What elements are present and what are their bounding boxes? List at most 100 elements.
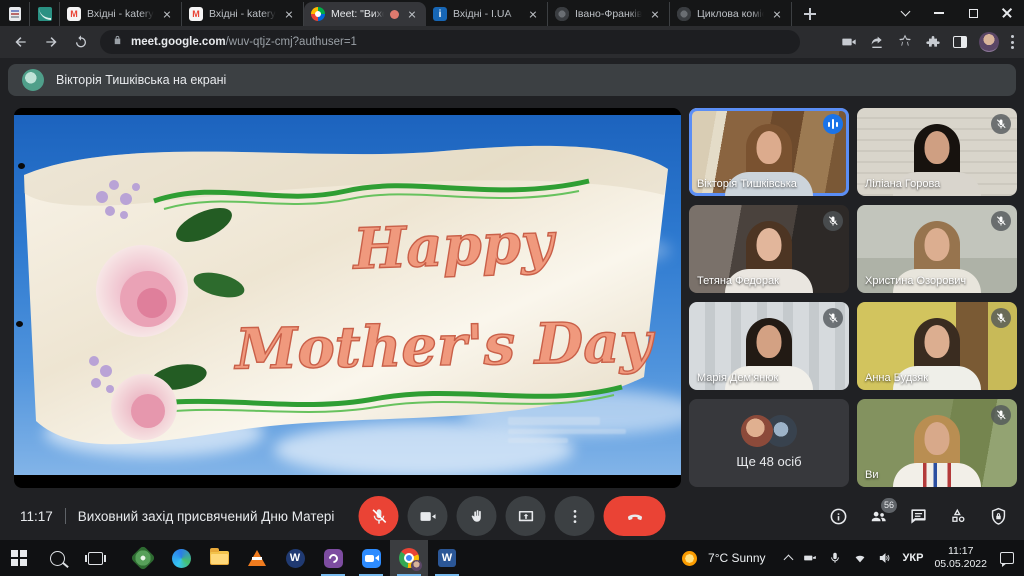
- wifi-icon[interactable]: [853, 551, 867, 565]
- browser-tab-meet-active[interactable]: Meet: "Виховн: [304, 2, 426, 26]
- window-minimize-button[interactable]: [922, 0, 956, 26]
- system-tray: 7°C Sunny УКР 11:17 05.05.2022: [682, 540, 1024, 576]
- tab-close-icon[interactable]: [405, 7, 419, 21]
- browser-tab-strip: Вхідні - kateryna.ho Вхідні - kateryna.h…: [0, 0, 1024, 26]
- browser-tab-site-2[interactable]: Циклова комісія п: [670, 2, 792, 26]
- camera-toggle-button[interactable]: [408, 496, 448, 536]
- participant-tile[interactable]: Ліліана Горова: [857, 108, 1017, 196]
- mic-muted-icon: [991, 405, 1011, 425]
- activities-button[interactable]: [949, 507, 968, 526]
- taskbar-word[interactable]: [428, 540, 466, 576]
- toolbar-right-icons: [841, 32, 1014, 52]
- participant-tile[interactable]: Марія Дем'янюк: [689, 302, 849, 390]
- tray-camera-icon[interactable]: [803, 551, 817, 565]
- overflow-participants-tile[interactable]: Ще 48 осіб: [689, 399, 849, 487]
- mic-toggle-button[interactable]: [359, 496, 399, 536]
- participant-name: Христина Озорович: [865, 275, 966, 287]
- close-icon: [1001, 7, 1013, 19]
- word-icon: [438, 549, 456, 567]
- taskbar-file-explorer[interactable]: [200, 540, 238, 576]
- language-indicator[interactable]: УКР: [903, 552, 924, 564]
- presentation-tile[interactable]: Happy Mother's Day: [14, 108, 681, 488]
- side-panel-icon[interactable]: [953, 36, 967, 48]
- participant-tile[interactable]: Христина Озорович: [857, 205, 1017, 293]
- chart-favicon-icon: [38, 7, 52, 21]
- address-bar[interactable]: meet.google.com/wuv-qtjz-cmj?authuser=1: [100, 30, 800, 54]
- more-options-icon: [565, 507, 584, 526]
- taskbar-date: 05.05.2022: [934, 558, 987, 570]
- meeting-time: 11:17: [20, 509, 53, 524]
- profile-avatar[interactable]: [979, 32, 999, 52]
- raise-hand-button[interactable]: [457, 496, 497, 536]
- pinned-tab-chart[interactable]: [30, 2, 60, 26]
- participants-panel-button[interactable]: 56: [869, 507, 888, 526]
- host-controls-button[interactable]: [989, 507, 1008, 526]
- browser-tab-site-1[interactable]: Івано-Франківськ: [548, 2, 670, 26]
- volume-icon[interactable]: [878, 551, 892, 565]
- task-view-button[interactable]: [76, 540, 114, 576]
- browser-tab-gmail-2[interactable]: Вхідні - kateryna.ho: [182, 2, 304, 26]
- tab-close-icon[interactable]: [770, 7, 784, 21]
- participant-name: Ліліана Горова: [865, 178, 940, 190]
- url-host: meet.google.com: [131, 36, 226, 48]
- weather-text[interactable]: 7°C Sunny: [708, 551, 766, 565]
- windows-logo-icon: [11, 550, 27, 566]
- taskbar-webex[interactable]: [276, 540, 314, 576]
- new-tab-button[interactable]: [798, 2, 822, 26]
- browser-tab-iua[interactable]: Вхідні - I.UA: [426, 2, 548, 26]
- mic-muted-icon: [991, 308, 1011, 328]
- taskbar-zoom[interactable]: [352, 540, 390, 576]
- tab-close-icon[interactable]: [282, 7, 296, 21]
- browser-menu-icon[interactable]: [1011, 35, 1014, 49]
- tab-camera-in-use-icon[interactable]: [841, 34, 857, 50]
- taskbar-clock[interactable]: 11:17 05.05.2022: [934, 545, 987, 571]
- present-screen-icon: [516, 507, 535, 526]
- video-watermark: [508, 417, 626, 447]
- extensions-icon[interactable]: [925, 34, 941, 50]
- end-call-button[interactable]: [604, 496, 666, 536]
- participant-tile[interactable]: Вікторія Тишківська: [689, 108, 849, 196]
- bookmark-star-icon[interactable]: [897, 34, 913, 50]
- taskbar-vlc[interactable]: [238, 540, 276, 576]
- chat-panel-button[interactable]: [909, 507, 928, 526]
- tab-close-icon[interactable]: [526, 7, 540, 21]
- taskbar-search-button[interactable]: [38, 540, 76, 576]
- reload-button[interactable]: [70, 31, 92, 53]
- tab-search-button[interactable]: [888, 0, 922, 26]
- participant-tile[interactable]: Анна Будзяк: [857, 302, 1017, 390]
- browser-toolbar: meet.google.com/wuv-qtjz-cmj?authuser=1: [0, 26, 1024, 58]
- window-maximize-button[interactable]: [956, 0, 990, 26]
- search-icon: [50, 551, 65, 566]
- present-screen-button[interactable]: [506, 496, 546, 536]
- self-view-tile[interactable]: Ви: [857, 399, 1017, 487]
- action-center-icon[interactable]: [1000, 552, 1014, 564]
- meet-control-bar: 11:17 Виховний захід присвячений Дню Мат…: [0, 492, 1024, 540]
- overflow-avatars: [741, 415, 797, 447]
- taskbar-time: 11:17: [948, 545, 974, 557]
- tab-close-icon[interactable]: [160, 7, 174, 21]
- share-icon[interactable]: [869, 34, 885, 50]
- participant-name: Тетяна Федорак: [697, 275, 779, 287]
- chrome-icon: [399, 548, 419, 568]
- windows-taskbar: 7°C Sunny УКР 11:17 05.05.2022: [0, 540, 1024, 576]
- pinned-tab-document[interactable]: [0, 2, 30, 26]
- minimize-icon: [934, 12, 944, 14]
- weather-sun-icon[interactable]: [682, 551, 697, 566]
- meeting-details-button[interactable]: [829, 507, 848, 526]
- start-button[interactable]: [0, 540, 38, 576]
- more-options-button[interactable]: [555, 496, 595, 536]
- forward-button[interactable]: [40, 31, 62, 53]
- browser-tab-gmail-1[interactable]: Вхідні - kateryna.ho: [60, 2, 182, 26]
- back-button[interactable]: [10, 31, 32, 53]
- taskbar-chrome-active[interactable]: [390, 540, 428, 576]
- tray-mic-icon[interactable]: [828, 551, 842, 565]
- tray-overflow-icon[interactable]: [783, 555, 793, 565]
- taskbar-edge[interactable]: [162, 540, 200, 576]
- window-close-button[interactable]: [990, 0, 1024, 26]
- participant-grid: Вікторія Тишківська Ліліана Горова Тетян…: [689, 108, 1017, 488]
- taskbar-viber[interactable]: [314, 540, 352, 576]
- mic-muted-icon: [823, 211, 843, 231]
- participant-tile[interactable]: Тетяна Федорак: [689, 205, 849, 293]
- tab-close-icon[interactable]: [648, 7, 662, 21]
- taskbar-app-green[interactable]: [124, 540, 162, 576]
